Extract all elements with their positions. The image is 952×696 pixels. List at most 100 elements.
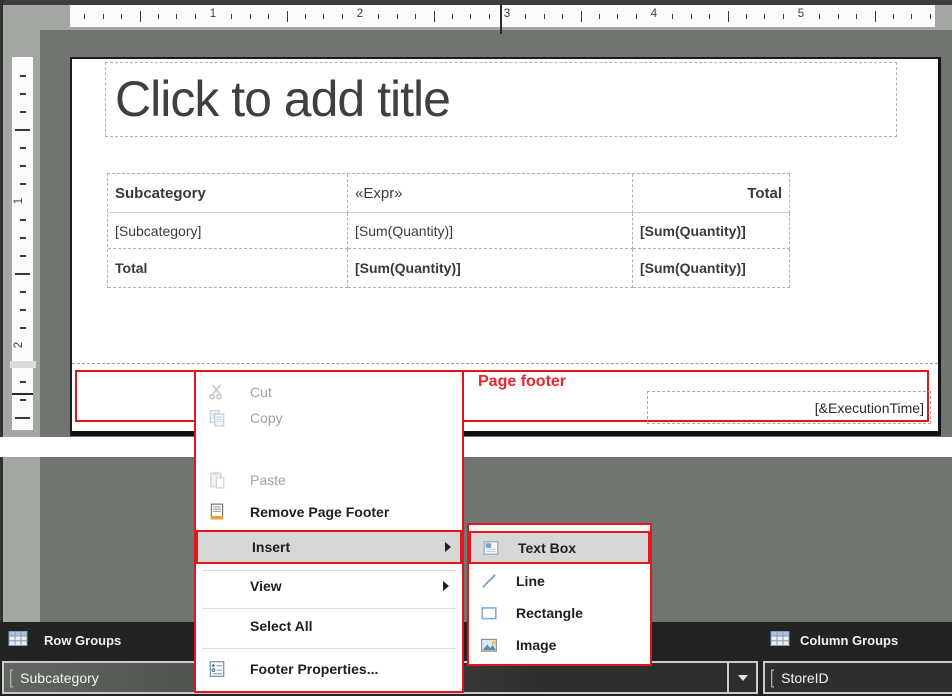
v-ruler-tick [15,417,30,419]
h-ruler-tick [819,14,820,19]
submenu-item-line[interactable]: Line [469,567,650,595]
textbox-icon [480,537,502,559]
h-ruler-tick [544,14,545,19]
submenu-arrow-icon [443,581,449,591]
menu-item-remove-page-footer[interactable]: Remove Page Footer [196,498,462,526]
menu-item-label: Select All [250,618,313,634]
menu-item-label: Remove Page Footer [250,504,389,520]
v-ruler-tick [20,147,26,149]
table-cell[interactable]: [Sum(Quantity)] [348,213,633,249]
v-ruler-number: 2 [13,342,25,348]
tablix-table: Subcategory«Expr»Total[Subcategory][Sum(… [107,173,790,288]
h-ruler-tick [728,11,729,22]
h-ruler-tick [875,11,876,22]
table-cell[interactable]: Total [633,174,790,213]
v-ruler-tick [20,75,26,77]
v-ruler-tick [20,219,26,221]
v-ruler-tick [20,255,26,257]
menu-item-label: View [250,578,282,594]
table-cell[interactable]: Total [108,249,348,288]
h-ruler-tick [746,14,747,19]
h-ruler-tick [838,14,839,19]
v-ruler-tick [20,309,26,311]
h-ruler-tick [158,14,159,19]
h-ruler-number: 3 [504,8,510,20]
menu-item-label: Footer Properties... [250,661,378,677]
h-ruler-tick [709,14,710,19]
page-footer-divider [72,363,938,364]
page-footer-label: Page footer [478,373,566,391]
h-ruler-number: 4 [651,8,657,20]
menu-item-view[interactable]: View [196,572,462,600]
h-ruler-tick [581,11,582,22]
image-icon [478,634,500,656]
h-ruler-tick [342,14,343,19]
menu-item-label: Insert [252,539,290,555]
submenu-item-image[interactable]: Image [469,631,650,659]
submenu-item-rectangle[interactable]: Rectangle [469,599,650,627]
scissors-icon [206,381,228,403]
v-ruler-tick [20,291,26,293]
menu-item-label: Paste [250,472,286,488]
submenu-item-label: Image [516,637,556,653]
menu-item-paste: Paste [196,466,462,494]
table-cell[interactable]: [Subcategory] [108,213,348,249]
column-group-item-storeid[interactable]: [ StoreID [763,661,952,694]
vertical-ruler: 12 [12,57,33,430]
row-group-dropdown-button[interactable] [727,663,756,692]
h-ruler-tick [415,14,416,19]
v-ruler-tick [15,129,30,131]
remove-footer-icon [206,501,228,523]
h-ruler-tick [764,14,765,19]
vertical-ruler-footer-marker [10,361,36,368]
v-ruler-tick [20,111,26,113]
v-ruler-tick [20,399,26,401]
h-ruler-tick [268,14,269,19]
paste-icon [206,469,228,491]
copy-icon [206,407,228,429]
insert-submenu: Text Box Line Rectangle Image [467,523,652,666]
h-ruler-tick [856,14,857,19]
h-ruler-tick [672,14,673,19]
h-ruler-tick [617,14,618,19]
v-ruler-tick [20,381,26,383]
table-cell[interactable]: [Sum(Quantity)] [633,249,790,288]
h-ruler-number: 2 [357,8,363,20]
v-ruler-tick [20,327,26,329]
table-cell[interactable]: [Sum(Quantity)] [348,249,633,288]
menu-item-cut: Cut [196,378,462,406]
h-ruler-tick [103,14,104,19]
h-ruler-tick [176,14,177,19]
h-ruler-tick [893,14,894,19]
h-ruler-tick [562,14,563,19]
execution-time-textbox[interactable]: [&ExecutionTime] [647,391,931,424]
report-title-placeholder[interactable]: Click to add title [105,62,897,137]
line-icon [478,570,500,592]
column-groups-title: Column Groups [800,633,898,648]
submenu-item-text-box[interactable]: Text Box [469,531,650,564]
menu-item-copy: Copy [196,404,462,432]
table-cell[interactable]: Subcategory [108,174,348,213]
h-ruler-tick [378,14,379,19]
table-cell[interactable]: [Sum(Quantity)] [633,213,790,249]
v-ruler-tick [20,165,26,167]
table-cell[interactable]: «Expr» [348,174,633,213]
h-ruler-tick [930,14,931,19]
menu-item-label: Copy [250,410,283,426]
h-ruler-number: 1 [210,8,216,20]
h-ruler-tick [783,14,784,19]
row-groups-grid-icon [8,630,28,652]
horizontal-ruler-position-indicator [500,5,502,34]
submenu-item-label: Rectangle [516,605,583,621]
menu-item-footer-properties[interactable]: Footer Properties... [196,654,462,684]
chevron-down-icon [738,675,748,681]
menu-separator [202,608,456,609]
column-groups-grid-icon [770,630,790,652]
h-ruler-tick [525,14,526,19]
submenu-item-label: Text Box [518,540,576,556]
menu-separator [202,648,456,649]
menu-item-select-all[interactable]: Select All [196,612,462,640]
h-ruler-tick [140,11,141,22]
menu-item-insert[interactable]: Insert [196,530,462,564]
submenu-arrow-icon [445,542,451,552]
